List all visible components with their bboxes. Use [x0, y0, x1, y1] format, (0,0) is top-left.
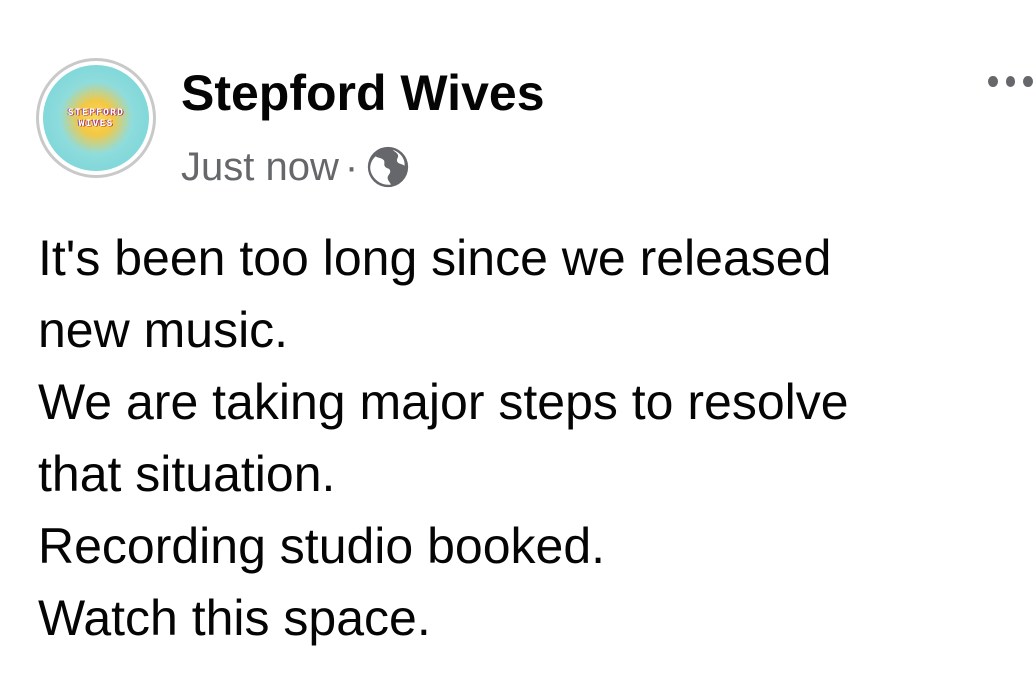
more-dot	[988, 75, 998, 87]
post-text-line: that situation.	[38, 446, 336, 502]
more-dot	[1005, 75, 1016, 87]
post-meta: Just now ·	[181, 142, 410, 192]
post-text-line: It's been too long since we released	[38, 230, 832, 286]
author-name[interactable]: Stepford Wives	[181, 64, 545, 122]
avatar-logo: STEPFORD WIVES	[43, 65, 149, 171]
post-text-line: new music.	[38, 302, 289, 358]
globe-icon[interactable]	[366, 145, 410, 189]
post-card: STEPFORD WIVES Stepford Wives Just now ·…	[0, 0, 1033, 679]
avatar-logo-word-1: STEPFORD	[67, 107, 125, 118]
post-timestamp[interactable]: Just now	[181, 145, 339, 190]
post-text-line: We are taking major steps to resolve	[38, 374, 849, 430]
more-options-button[interactable]	[988, 66, 1033, 96]
post-body: It's been too long since we released new…	[38, 222, 1028, 654]
meta-separator: ·	[344, 144, 359, 189]
post-text-line: Watch this space.	[38, 590, 431, 646]
avatar[interactable]: STEPFORD WIVES	[36, 58, 156, 178]
post-text-line: Recording studio booked.	[38, 518, 606, 574]
more-dot	[1023, 75, 1033, 87]
avatar-logo-word-2: WIVES	[78, 118, 114, 129]
